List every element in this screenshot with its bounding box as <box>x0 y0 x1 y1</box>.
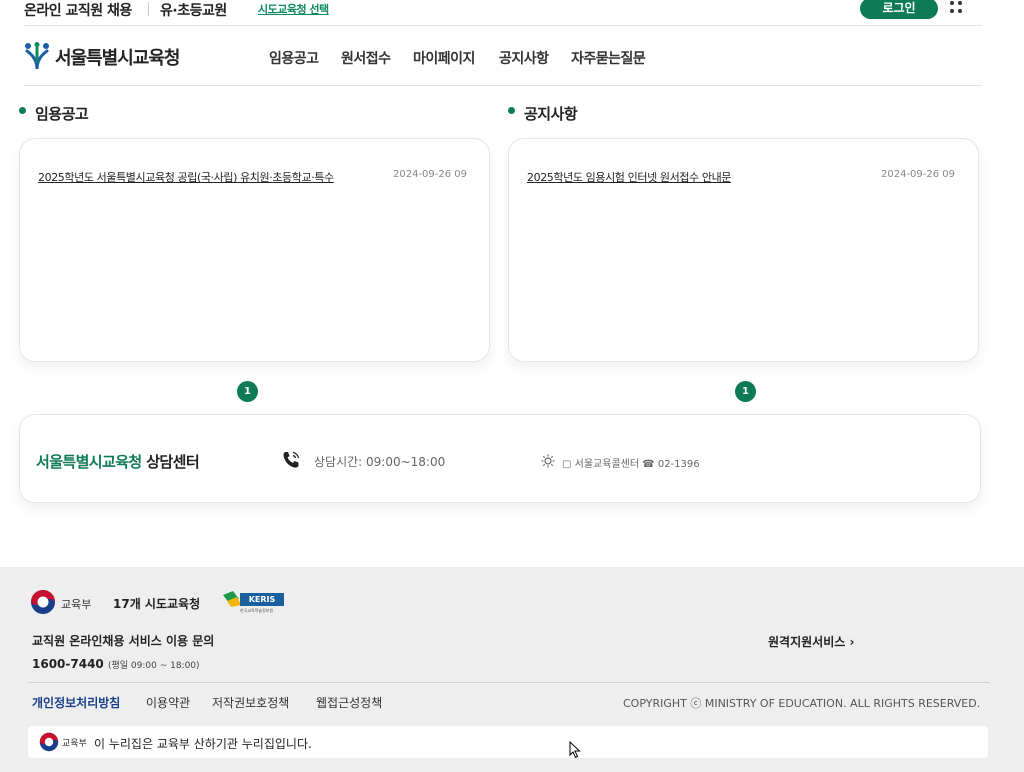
inquiry-label: 교직원 온라인채용 서비스 이용 문의 <box>32 634 215 648</box>
nav-item-recruit[interactable]: 임용공고 <box>269 48 319 68</box>
divider <box>24 85 982 86</box>
category-label[interactable]: 유·초등교원 <box>160 0 227 20</box>
section-bullet <box>19 107 26 114</box>
phone-hours: (평일 09:00 ~ 18:00) <box>107 661 200 671</box>
nav-item-mypage[interactable]: 마이페이지 <box>413 48 475 68</box>
nav-item-notice[interactable]: 공지사항 <box>499 48 549 68</box>
phone-icon <box>283 451 300 468</box>
counsel-hours: 상담시간: 09:00~18:00 <box>314 455 446 469</box>
keris-logo[interactable]: KERIS 한국교육학술정보원 <box>223 591 285 617</box>
keris-sub-label: 한국교육학술정보원 <box>240 608 274 613</box>
notice-text: 이 누리집은 교육부 산하기관 누리집입니다. <box>94 737 312 751</box>
notice-post-date: 2024-09-26 09 <box>881 169 956 180</box>
recruit-page-button[interactable]: 1 <box>237 381 258 402</box>
counsel-contact-text: 서울교육콜센터 ☎ 02-1396 <box>574 459 700 470</box>
section-bullet <box>508 107 515 114</box>
copyright-policy-link[interactable]: 저작권보호정책 <box>212 694 289 711</box>
apps-grid-icon[interactable] <box>948 0 964 16</box>
recruit-section-title: 임용공고 <box>35 105 89 123</box>
mouse-cursor-icon <box>569 741 581 759</box>
counsel-office-name: 서울특별시교육청 <box>36 453 142 471</box>
accessibility-policy-link[interactable]: 웹접근성정책 <box>316 694 382 711</box>
privacy-policy-link[interactable]: 개인정보처리방침 <box>32 694 120 711</box>
nav-item-faq[interactable]: 자주묻는질문 <box>571 48 646 68</box>
top-utility-bar: 온라인 교직원 채용 유·초등교원 시도교육청 선택 로그인 <box>0 0 1024 22</box>
notice-page-button[interactable]: 1 <box>735 381 756 402</box>
nav-item-application[interactable]: 원서접수 <box>341 48 391 68</box>
recruit-post-title[interactable]: 2025학년도 서울특별시교육청 공립(국·사립) 유치원·초등학교·특수 <box>38 169 368 185</box>
seoul-education-logo-icon[interactable] <box>24 42 50 70</box>
notice-card: 2025학년도 임용시험 인터넷 원서접수 안내문 2024-09-26 09 <box>508 138 979 362</box>
copyright-text: COPYRIGHT ⓒ MINISTRY OF EDUCATION. ALL R… <box>623 697 981 710</box>
remote-support-link[interactable]: 원격지원서비스 › <box>768 633 854 650</box>
site-logo-text[interactable]: 서울특별시교육청 <box>55 44 180 70</box>
keris-mark-icon <box>223 591 241 607</box>
counsel-contact: ▢ 서울교육콜센터 ☎ 02-1396 <box>562 459 700 470</box>
recruit-card: 2025학년도 서울특별시교육청 공립(국·사립) 유치원·초등학교·특수 20… <box>19 138 490 362</box>
recruit-label: 온라인 교직원 채용 <box>24 3 132 19</box>
moe-label: 교육부 <box>61 598 92 611</box>
divider <box>148 2 149 16</box>
moe-emblem-icon[interactable] <box>30 589 56 615</box>
phone-number: 1600-7440 <box>32 657 104 671</box>
sun-icon <box>541 454 555 468</box>
moe-emblem-icon <box>39 732 59 752</box>
notice-post-title[interactable]: 2025학년도 임용시험 인터넷 원서접수 안내문 <box>527 169 857 185</box>
recruit-post-date: 2024-09-26 09 <box>393 169 467 180</box>
government-notice-bar: 교육부 이 누리집은 교육부 산하기관 누리집입니다. <box>28 726 988 758</box>
inquiry-phone: 1600-7440 (평일 09:00 ~ 18:00) <box>32 657 200 671</box>
office-select-link[interactable]: 시도교육청 선택 <box>258 1 329 17</box>
footer: 교육부 17개 시도교육청 KERIS 한국교육학술정보원 교직원 온라인채용 … <box>0 567 1024 772</box>
counsel-center-suffix: 상담센터 <box>141 453 200 471</box>
terms-link[interactable]: 이용약관 <box>146 694 190 711</box>
keris-label: KERIS <box>240 593 284 606</box>
notice-moe-label: 교육부 <box>62 739 87 749</box>
regions-label[interactable]: 17개 시도교육청 <box>113 595 200 612</box>
counsel-center-title: 서울특별시교육청 상담센터 <box>36 451 200 472</box>
login-button[interactable]: 로그인 <box>860 0 938 19</box>
notice-section-title: 공지사항 <box>524 105 578 123</box>
divider <box>28 682 990 683</box>
divider <box>24 25 982 26</box>
